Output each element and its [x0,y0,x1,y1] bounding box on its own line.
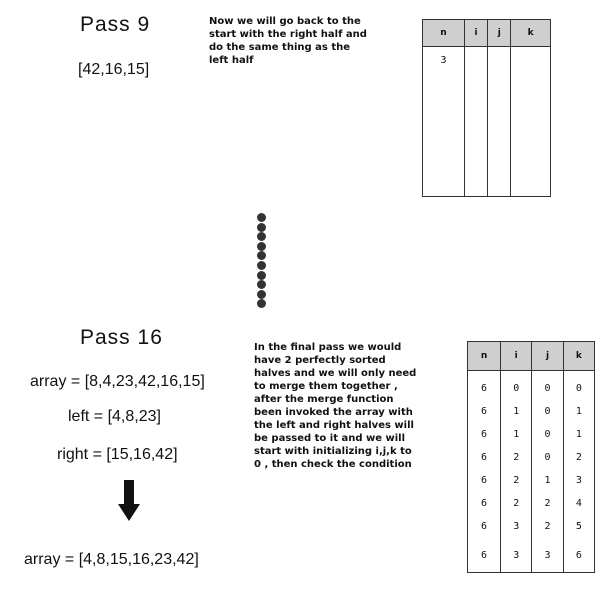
pass-16-left: left = [4,8,23] [68,408,161,425]
pass-16-title: Pass 16 [80,326,163,349]
pass-9-title: Pass 9 [80,13,151,36]
table-header-row: n i j k [466,341,596,371]
header-i: i [500,341,533,371]
cell-j: 2 [531,515,564,538]
cell-n: 6 [466,446,502,469]
cell-n: 6 [466,492,502,515]
table-row: 6101 [466,423,596,446]
down-arrow-icon [118,480,140,521]
table-header-row: n i j k [421,19,551,47]
cell-k: 4 [562,492,596,515]
table-row: 6213 [466,469,596,492]
cell-n: 6 [466,538,502,573]
table-row: 6224 [466,492,596,515]
cell-n: 6 [466,400,502,423]
pass-16-result: array = [4,8,15,16,23,42] [24,551,199,568]
cell-n: 6 [466,370,502,400]
cell-n: 6 [466,515,502,538]
cell-k: 3 [562,469,596,492]
cell-i: 3 [500,515,533,538]
table-row: 6101 [466,400,596,423]
cell-k: 6 [562,538,596,573]
table-row: 6325 [466,515,596,538]
cell-j: 0 [531,446,564,469]
separator-dot [256,299,266,309]
pass-16-note: In the final pass we would have 2 perfec… [254,342,417,470]
cell-j: 0 [531,423,564,446]
pass-9-note: Now we will go back to the start with th… [209,16,367,66]
pass-16-right: right = [15,16,42] [57,446,178,463]
cell-i [464,46,489,197]
cell-i: 1 [500,423,533,446]
cell-k: 1 [562,400,596,423]
table-row: 3 [421,46,551,197]
table-row: 6336 [466,538,596,573]
cell-n: 6 [466,469,502,492]
cell-j: 0 [531,370,564,400]
header-n: n [466,341,502,371]
separator-dot [256,232,266,242]
continuation-dots [255,213,267,309]
pass-16-variables-table: n i j k 60006101610162026213622463256336 [466,341,596,573]
cell-k: 0 [562,370,596,400]
cell-j: 3 [531,538,564,573]
header-i: i [464,19,489,47]
cell-j: 0 [531,400,564,423]
table-row: 6000 [466,370,596,400]
cell-i: 1 [500,400,533,423]
pass-16-array: array = [8,4,23,42,16,15] [30,373,205,390]
separator-dot [256,241,266,251]
cell-n: 3 [421,46,466,197]
cell-k [510,46,551,197]
separator-dot [256,270,266,280]
cell-j: 1 [531,469,564,492]
separator-dot [256,289,266,299]
separator-dot [256,251,266,261]
header-j: j [487,19,512,47]
cell-j [487,46,512,197]
header-k: k [562,341,596,371]
separator-dot [256,280,266,290]
cell-k: 1 [562,423,596,446]
separator-dot [256,222,266,232]
cell-i: 2 [500,446,533,469]
table-row: 6202 [466,446,596,469]
cell-i: 3 [500,538,533,573]
cell-k: 5 [562,515,596,538]
separator-dot [256,213,266,222]
separator-dot [256,260,266,270]
pass-9-variables-table: n i j k 3 [421,19,551,197]
pass-9-array: [42,16,15] [78,61,150,78]
cell-i: 0 [500,370,533,400]
cell-j: 2 [531,492,564,515]
cell-k: 2 [562,446,596,469]
cell-i: 2 [500,492,533,515]
cell-n: 6 [466,423,502,446]
header-n: n [421,19,466,47]
header-j: j [531,341,564,371]
header-k: k [510,19,551,47]
cell-i: 2 [500,469,533,492]
